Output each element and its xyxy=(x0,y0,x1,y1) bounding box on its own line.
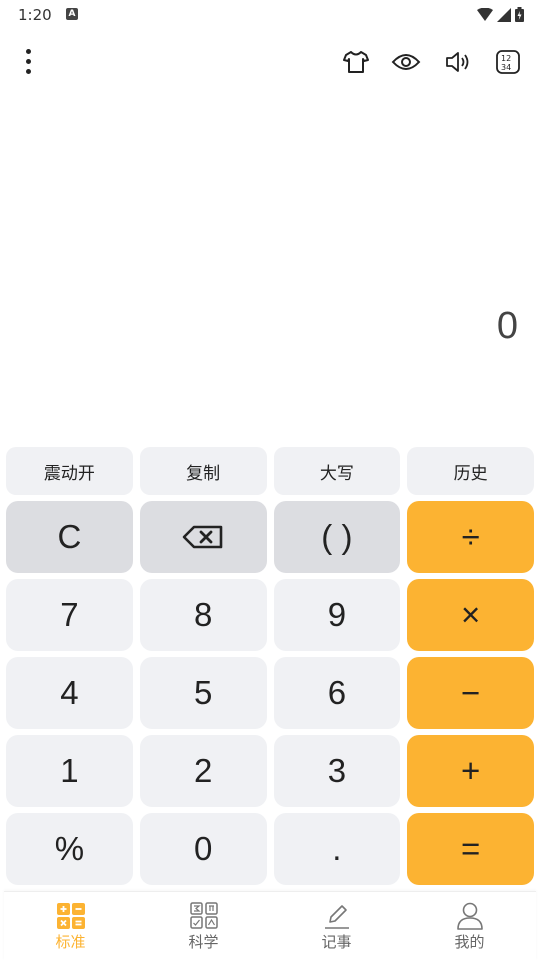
status-icons xyxy=(477,7,524,22)
vibration-toggle-button[interactable]: 震动开 xyxy=(6,447,133,495)
tab-label: 我的 xyxy=(454,933,485,951)
bottom-tab-bar: 标准 科学 记事 我的 xyxy=(4,891,536,960)
dot xyxy=(25,58,31,64)
backspace-button[interactable] xyxy=(139,501,267,573)
tab-label: 标准 xyxy=(55,933,86,951)
plus-button[interactable]: + xyxy=(407,735,534,807)
divide-button[interactable]: ÷ xyxy=(407,501,534,573)
digit-2-button[interactable]: 2 xyxy=(139,735,267,807)
number-grid-icon: 1234 xyxy=(496,50,520,74)
parentheses-button[interactable]: ( ) xyxy=(273,501,401,573)
digit-4-button[interactable]: 4 xyxy=(6,657,133,729)
notification-a-icon: A xyxy=(66,8,78,20)
dot xyxy=(25,68,31,74)
wifi-icon xyxy=(477,7,493,21)
battery-icon xyxy=(515,7,524,22)
history-button[interactable]: 历史 xyxy=(407,447,534,495)
scientific-calc-icon xyxy=(189,902,218,929)
copy-button[interactable]: 复制 xyxy=(139,447,267,495)
digit-8-button[interactable]: 8 xyxy=(139,579,267,651)
standard-calc-icon xyxy=(56,903,85,929)
tab-profile[interactable]: 我的 xyxy=(403,892,536,960)
shirt-icon xyxy=(343,51,369,73)
display-value: 0 xyxy=(496,305,518,347)
svg-text:34: 34 xyxy=(501,63,511,72)
minus-button[interactable]: − xyxy=(407,657,534,729)
svg-text:12: 12 xyxy=(501,54,511,63)
more-menu-button[interactable] xyxy=(18,46,38,76)
backspace-icon xyxy=(182,525,223,549)
speaker-icon xyxy=(446,52,469,72)
digit-7-button[interactable]: 7 xyxy=(6,579,133,651)
equals-button[interactable]: = xyxy=(407,813,534,885)
eye-icon xyxy=(391,54,421,70)
clear-button[interactable]: C xyxy=(6,501,133,573)
toolbar: 12 34 xyxy=(0,40,540,84)
status-bar: 1:20 A xyxy=(0,0,540,30)
dot xyxy=(25,48,31,54)
digit-0-button[interactable]: 0 xyxy=(139,813,267,885)
multiply-button[interactable]: × xyxy=(407,579,534,651)
decimal-point-button[interactable]: . xyxy=(273,813,401,885)
digit-9-button[interactable]: 9 xyxy=(273,579,401,651)
visibility-button[interactable] xyxy=(390,46,422,78)
result-display: 0 xyxy=(0,90,540,440)
digit-6-button[interactable]: 6 xyxy=(273,657,401,729)
keypad: C ( ) ÷ 7 8 9 × 4 5 6 − 1 2 3 + % 0 . = xyxy=(6,501,534,885)
digit-1-button[interactable]: 1 xyxy=(6,735,133,807)
digit-3-button[interactable]: 3 xyxy=(273,735,401,807)
percent-button[interactable]: % xyxy=(6,813,133,885)
function-row: 震动开 复制 大写 历史 xyxy=(6,447,534,495)
digit-5-button[interactable]: 5 xyxy=(139,657,267,729)
theme-shirt-button[interactable] xyxy=(340,46,372,78)
status-time: 1:20 xyxy=(18,6,52,24)
tab-notes[interactable]: 记事 xyxy=(270,892,403,960)
tab-standard[interactable]: 标准 xyxy=(4,892,137,960)
tab-label: 记事 xyxy=(321,933,352,951)
uppercase-button[interactable]: 大写 xyxy=(273,447,401,495)
tab-scientific[interactable]: 科学 xyxy=(137,892,270,960)
signal-icon xyxy=(497,7,511,22)
sound-button[interactable] xyxy=(443,46,475,78)
profile-icon xyxy=(456,902,483,930)
notes-edit-icon xyxy=(324,905,349,929)
tab-label: 科学 xyxy=(188,933,219,951)
number-format-button[interactable]: 12 34 xyxy=(492,46,524,78)
